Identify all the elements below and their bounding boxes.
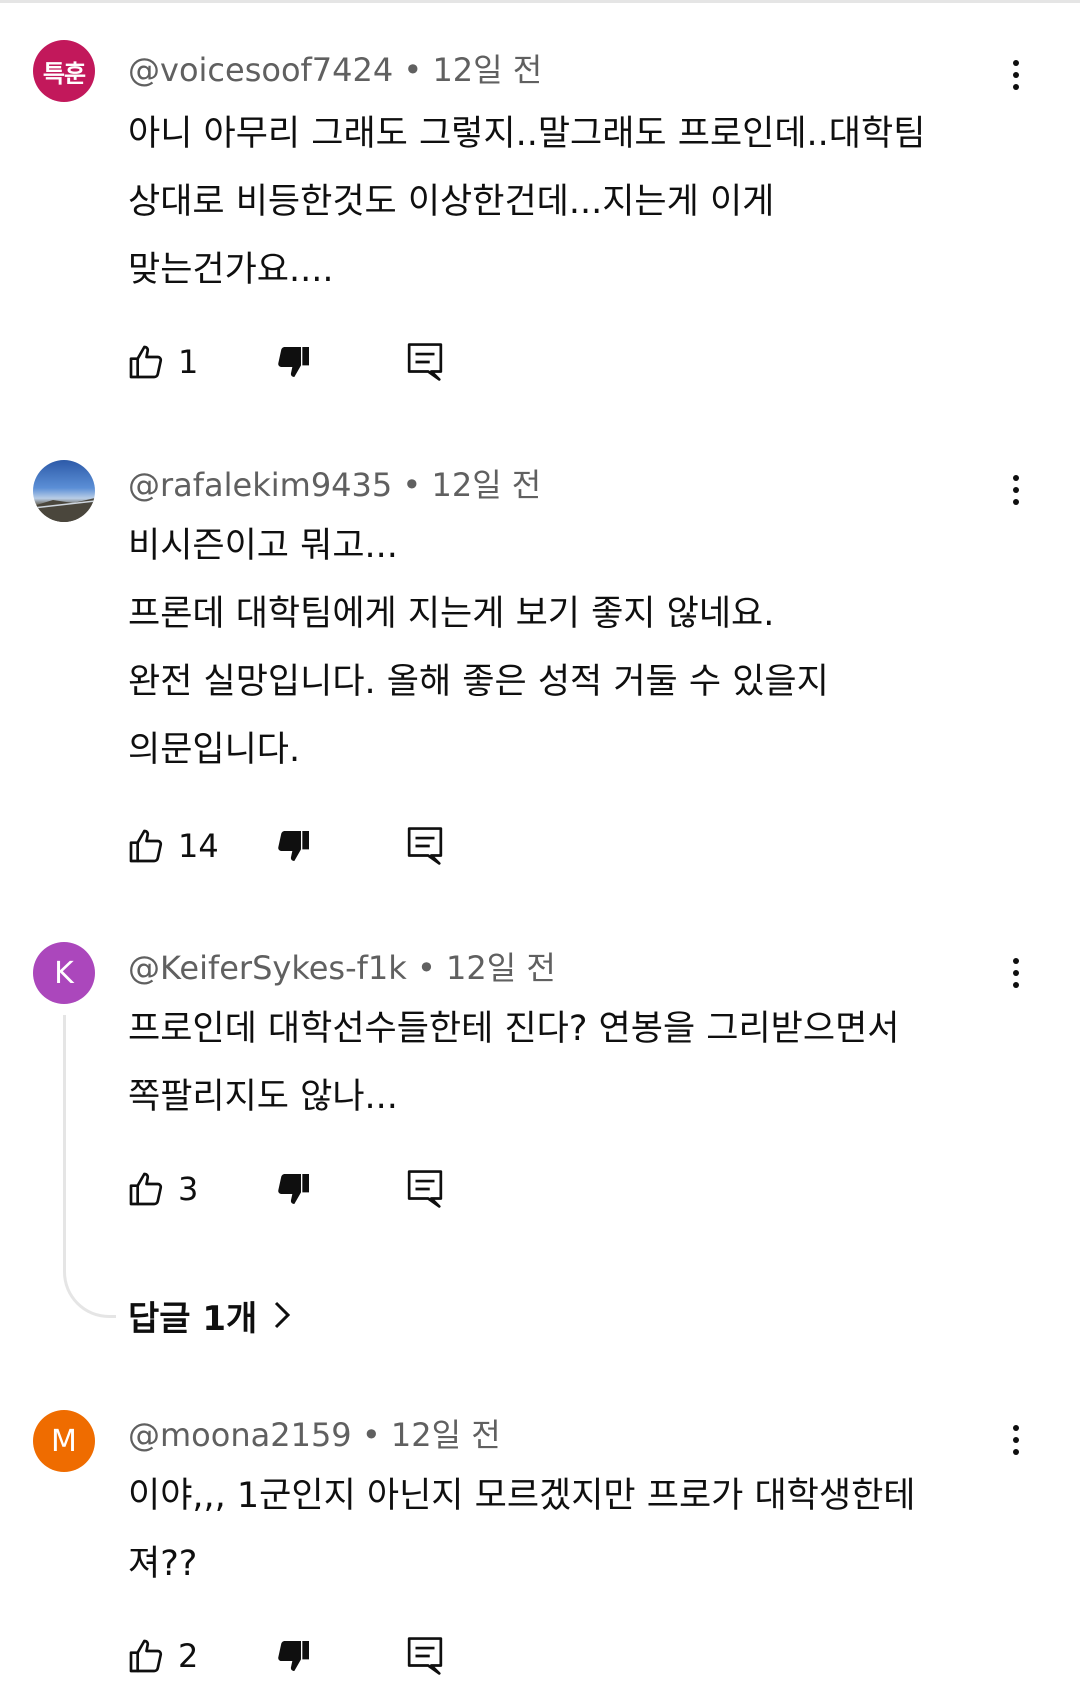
- like-count: 1: [178, 343, 199, 381]
- reply-button[interactable]: [406, 338, 444, 386]
- comment-actions: 2: [126, 1632, 546, 1680]
- comment-meta: @rafalekim9435 • 12일 전: [128, 465, 541, 505]
- comment-author[interactable]: @voicesoof7424: [128, 51, 393, 89]
- thumbs-down-icon: [278, 831, 309, 861]
- comment-actions: 1: [126, 338, 546, 386]
- avatar[interactable]: [33, 460, 95, 522]
- comment-author[interactable]: @rafalekim9435: [128, 466, 392, 504]
- comment-time: 12일 전: [390, 1416, 501, 1454]
- thumbs-up-icon: [129, 1639, 163, 1673]
- dislike-button[interactable]: [274, 822, 314, 870]
- avatar-initials: K: [54, 955, 74, 991]
- like-button[interactable]: 3: [126, 1165, 198, 1213]
- comment-time: 12일 전: [431, 466, 542, 504]
- thumbs-up-icon: [129, 829, 163, 863]
- avatar[interactable]: 특훈: [33, 40, 95, 102]
- comment-meta: @voicesoof7424 • 12일 전: [128, 50, 542, 90]
- avatar[interactable]: K: [33, 942, 95, 1004]
- thumbs-down-icon: [278, 1641, 309, 1671]
- comment-reply-icon: [407, 827, 443, 865]
- like-button[interactable]: 14: [126, 822, 219, 870]
- like-button[interactable]: 1: [126, 338, 198, 386]
- comment-reply-icon: [407, 343, 443, 381]
- like-count: 14: [178, 827, 219, 865]
- dislike-button[interactable]: [274, 1165, 314, 1213]
- comment-actions: 14: [126, 822, 546, 870]
- reply-button[interactable]: [406, 1165, 444, 1213]
- reply-button[interactable]: [406, 1632, 444, 1680]
- more-options-button[interactable]: [998, 55, 1034, 95]
- avatar-initials: 특훈: [42, 59, 86, 88]
- like-count: 2: [178, 1637, 199, 1675]
- comment-text: 아니 아무리 그래도 그렇지..말그래도 프로인데..대학팀 상대로 비등한것도…: [128, 114, 926, 290]
- meta-separator: •: [351, 1416, 391, 1454]
- more-options-button[interactable]: [998, 953, 1034, 993]
- chevron-right-icon: [275, 1301, 291, 1329]
- comment-actions: 3: [126, 1165, 546, 1213]
- meta-separator: •: [392, 466, 432, 504]
- comment-text: 프로인데 대학선수들한테 진다? 연봉을 그리받으면서 쪽팔리지도 않나...: [128, 1009, 900, 1117]
- comment-author[interactable]: @KeiferSykes-f1k: [128, 949, 407, 987]
- comment-text: 이야,,, 1군인지 아닌지 모르겠지만 프로가 대학생한테 져??: [128, 1476, 916, 1584]
- thumbs-up-icon: [129, 345, 163, 379]
- top-divider: [0, 0, 1080, 3]
- reply-thread-line: [63, 1015, 116, 1318]
- dislike-button[interactable]: [274, 1632, 314, 1680]
- comment-time: 12일 전: [446, 949, 556, 987]
- meta-separator: •: [393, 51, 433, 89]
- dislike-button[interactable]: [274, 338, 314, 386]
- comment-reply-icon: [407, 1170, 443, 1208]
- comment-author[interactable]: @moona2159: [128, 1416, 352, 1454]
- more-options-button[interactable]: [998, 470, 1034, 510]
- thumbs-up-icon: [129, 1172, 163, 1206]
- thumbs-down-icon: [278, 347, 309, 377]
- avatar-initials: M: [51, 1423, 77, 1459]
- landscape-photo-icon: [33, 498, 95, 522]
- replies-count-label: 답글 1개: [128, 1298, 258, 1339]
- reply-button[interactable]: [406, 822, 444, 870]
- like-button[interactable]: 2: [126, 1632, 198, 1680]
- view-replies-button[interactable]: 답글 1개: [128, 1290, 293, 1340]
- comment-text: 비시즌이고 뭐고... 프론데 대학팀에게 지는게 보기 좋지 않네요. 완전 …: [128, 526, 829, 770]
- comment-meta: @KeiferSykes-f1k • 12일 전: [128, 948, 556, 988]
- like-count: 3: [178, 1170, 199, 1208]
- comment-time: 12일 전: [432, 51, 543, 89]
- comment-meta: @moona2159 • 12일 전: [128, 1415, 501, 1455]
- meta-separator: •: [406, 949, 446, 987]
- thumbs-down-icon: [278, 1174, 309, 1204]
- avatar[interactable]: M: [33, 1410, 95, 1472]
- comment-reply-icon: [407, 1637, 443, 1675]
- more-options-button[interactable]: [998, 1420, 1034, 1460]
